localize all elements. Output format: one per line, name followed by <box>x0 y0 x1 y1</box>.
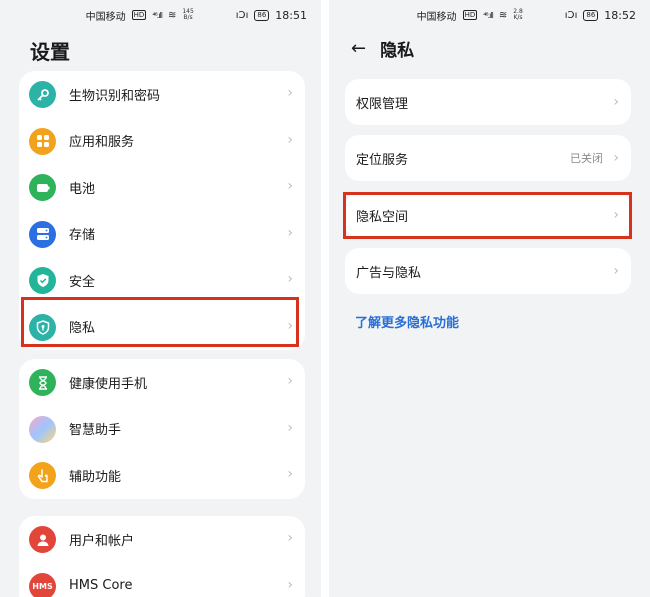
storage-icon <box>29 220 56 248</box>
key-icon <box>29 81 56 108</box>
settings-item-label: 电池 <box>69 181 96 197</box>
wifi-icon: ≋ <box>167 9 177 21</box>
chevron-right-icon: › <box>287 530 293 546</box>
privacy-item-label: 广告与隐私 <box>356 265 422 281</box>
highlight-box-private-space <box>343 192 632 239</box>
settings-item-accessibility[interactable]: 辅助功能 › <box>19 452 305 499</box>
status-bar: 中国移动 HD ⁴⁶.ıll ≋ 2.8 K/s ıƆı 86 18:52 <box>417 6 636 24</box>
settings-item-biometrics[interactable]: 生物识别和密码 › <box>19 71 305 118</box>
page-title: 设置 <box>30 40 70 64</box>
settings-item-label: 智慧助手 <box>69 423 122 439</box>
user-icon <box>29 526 56 553</box>
wifi-icon: ≋ <box>498 9 508 21</box>
chevron-right-icon: › <box>287 178 293 194</box>
apps-grid-icon <box>29 127 56 155</box>
signal-icon: ⁴⁶.ıll <box>152 10 163 20</box>
net-speed: 2.8 K/s <box>513 8 523 21</box>
status-time: 18:52 <box>604 8 636 22</box>
vibrate-icon: ıƆı <box>235 9 249 21</box>
settings-item-label: 辅助功能 <box>69 469 122 485</box>
chevron-right-icon: › <box>613 94 619 110</box>
privacy-item-label: 定位服务 <box>356 152 409 168</box>
settings-group-3: 用户和帐户 › HMS HMS Core › <box>19 516 305 597</box>
settings-item-label: 存储 <box>69 228 96 244</box>
settings-item-storage[interactable]: 存储 › <box>19 211 305 258</box>
carrier-label: 中国移动 <box>85 11 126 23</box>
settings-item-label: 生物识别和密码 <box>69 88 161 104</box>
privacy-item-ads[interactable]: 广告与隐私 › <box>345 248 631 294</box>
settings-screen: 中国移动 HD ⁴⁶.ıll ≋ 145 B/s ıƆı 86 18:51 设置… <box>0 0 321 597</box>
hd-badge-icon: HD <box>131 10 147 20</box>
settings-item-label: 应用和服务 <box>69 135 135 151</box>
highlight-box-privacy <box>21 297 299 347</box>
battery-icon: 86 <box>583 9 599 21</box>
hand-icon <box>29 462 56 489</box>
chevron-right-icon: › <box>287 466 293 482</box>
learn-more-privacy-link[interactable]: 了解更多隐私功能 <box>355 312 459 331</box>
hd-badge-icon: HD <box>462 10 478 20</box>
status-bar: 中国移动 HD ⁴⁶.ıll ≋ 145 B/s ıƆı 86 18:51 <box>86 6 307 24</box>
chevron-right-icon: › <box>287 373 293 389</box>
page-title: 隐私 <box>380 41 415 61</box>
privacy-item-label: 权限管理 <box>356 96 409 112</box>
signal-icon: ⁴⁶.ıll <box>483 10 494 20</box>
chevron-right-icon: › <box>287 85 293 101</box>
hourglass-icon <box>29 369 56 396</box>
settings-group-2: 健康使用手机 › 智慧助手 › 辅助功能 › <box>19 359 305 499</box>
chevron-right-icon: › <box>613 150 619 166</box>
privacy-screen: 中国移动 HD ⁴⁶.ıll ≋ 2.8 K/s ıƆı 86 18:52 ← … <box>329 0 650 597</box>
chevron-right-icon: › <box>287 224 293 241</box>
settings-item-assistant[interactable]: 智慧助手 › <box>19 406 305 453</box>
settings-item-label: 健康使用手机 <box>69 376 148 392</box>
settings-item-users-accounts[interactable]: 用户和帐户 › <box>19 516 305 563</box>
settings-item-apps[interactable]: 应用和服务 › <box>19 118 305 165</box>
settings-item-label: 安全 <box>69 274 96 290</box>
shield-check-icon <box>29 267 56 294</box>
hms-icon: HMS <box>29 572 56 597</box>
net-speed: 145 B/s <box>182 8 194 21</box>
assistant-icon <box>29 415 56 443</box>
battery-icon: 86 <box>254 9 270 21</box>
privacy-item-permissions[interactable]: 权限管理 › <box>345 79 631 125</box>
back-arrow-icon[interactable]: ← <box>351 37 366 61</box>
chevron-right-icon: › <box>287 576 293 593</box>
settings-item-digital-balance[interactable]: 健康使用手机 › <box>19 359 305 406</box>
vibrate-icon: ıƆı <box>564 9 578 21</box>
settings-item-battery[interactable]: 电池 › <box>19 164 305 211</box>
settings-item-label: 用户和帐户 <box>69 533 135 549</box>
chevron-right-icon: › <box>613 263 619 279</box>
status-time: 18:51 <box>275 8 307 22</box>
chevron-right-icon: › <box>287 271 293 287</box>
settings-item-label: HMS Core <box>69 578 133 594</box>
location-status-value: 已关闭 <box>570 152 603 165</box>
privacy-item-location[interactable]: 定位服务 已关闭 › <box>345 135 631 181</box>
header: ← 隐私 <box>351 36 415 62</box>
carrier-label: 中国移动 <box>416 11 457 23</box>
settings-item-hms-core[interactable]: HMS HMS Core › <box>19 563 305 597</box>
battery-icon <box>29 174 56 201</box>
chevron-right-icon: › <box>287 131 293 148</box>
chevron-right-icon: › <box>287 419 293 436</box>
